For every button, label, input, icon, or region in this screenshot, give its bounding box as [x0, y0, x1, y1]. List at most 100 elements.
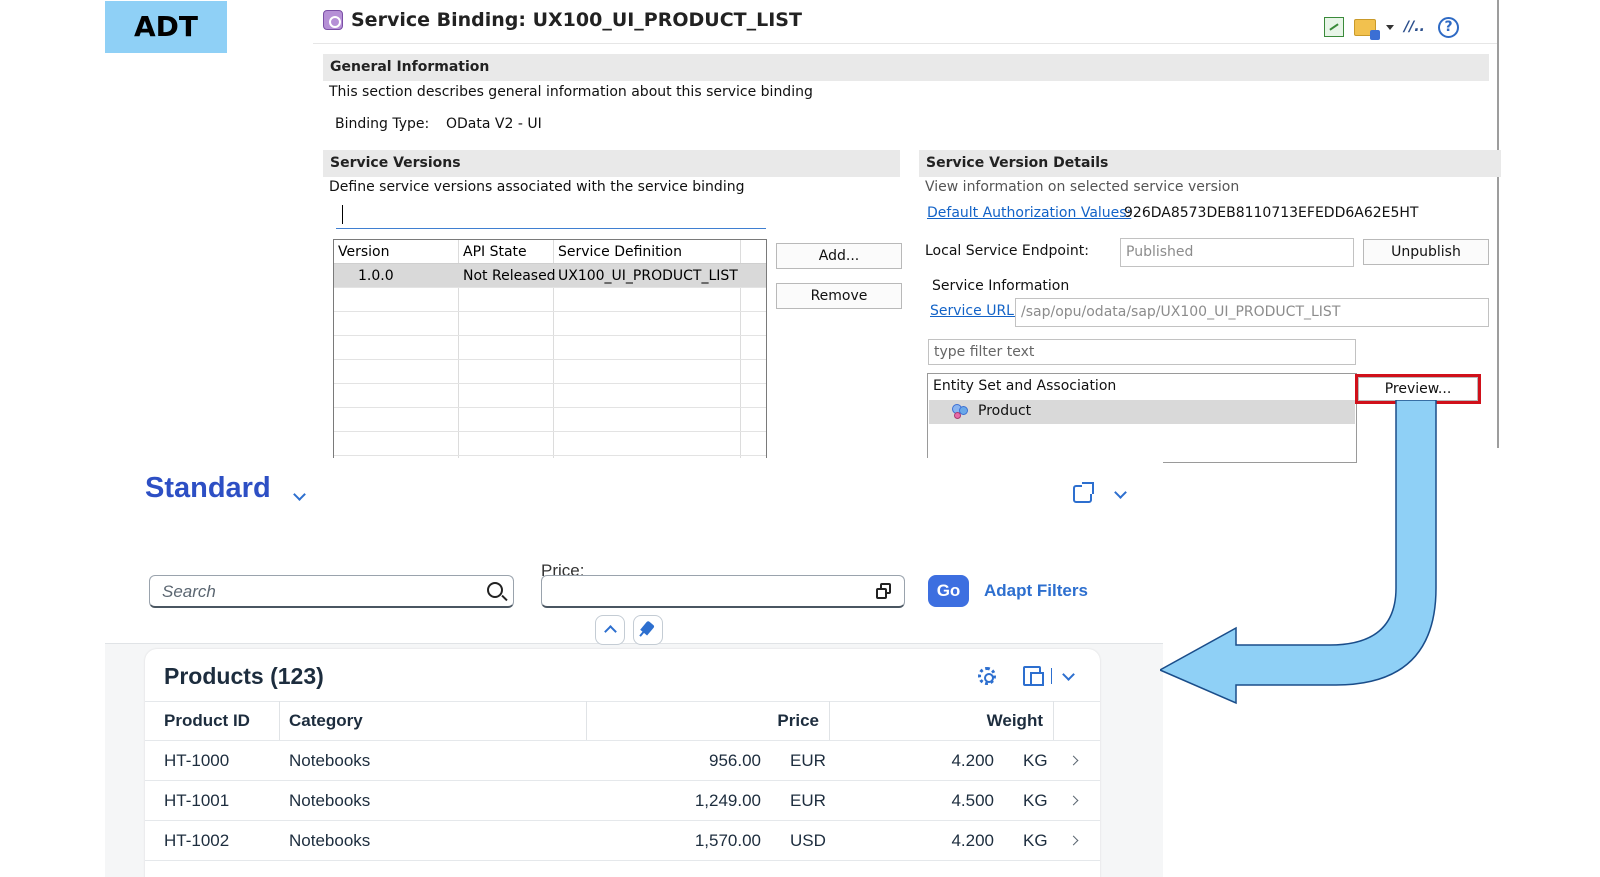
service-versions-table: Version API State Service Definition 1.0…: [333, 239, 767, 459]
variant-title[interactable]: Standard: [145, 472, 271, 505]
collapse-header-button[interactable]: [595, 615, 625, 645]
column-header-product-id[interactable]: Product ID: [164, 701, 250, 740]
price-cell: 1,249.00: [694, 791, 761, 810]
versions-filter-input[interactable]: [336, 200, 766, 229]
search-input[interactable]: Search: [149, 575, 514, 608]
row-navigation-chevron-icon[interactable]: [1068, 755, 1079, 766]
column-divider: [1053, 701, 1054, 740]
entity-filter-input[interactable]: type filter text: [928, 339, 1356, 365]
dropdown-icon[interactable]: [1386, 24, 1394, 30]
table-title: Products (123): [164, 663, 324, 689]
filter-bar-header: Standard Price: Search Go Adapt Filters: [105, 458, 1163, 644]
binding-type-label: Binding Type:: [335, 116, 430, 132]
preview-flow-arrow: [1160, 400, 1437, 705]
local-service-endpoint-field: Published: [1120, 238, 1354, 267]
share-icon[interactable]: [1073, 482, 1094, 503]
slash-icon[interactable]: //..: [1404, 17, 1428, 37]
column-divider: [279, 701, 280, 740]
service-version-details-description: View information on selected service ver…: [925, 179, 1240, 195]
service-information-heading: Service Information: [932, 278, 1070, 294]
column-header-price[interactable]: Price: [705, 701, 819, 740]
product-id-cell: HT-1001: [164, 791, 230, 810]
arrow-shape: [1160, 400, 1437, 705]
folder-icon[interactable]: [1354, 18, 1380, 40]
local-service-endpoint-label: Local Service Endpoint:: [925, 243, 1089, 259]
search-icon[interactable]: [487, 582, 503, 598]
column-header-service-definition[interactable]: Service Definition: [558, 240, 682, 264]
column-header-weight[interactable]: Weight: [935, 701, 1043, 740]
divider: [145, 860, 1100, 861]
table-row-empty: [334, 288, 766, 312]
adt-label-badge: ADT: [105, 1, 227, 53]
share-chevron-down-icon[interactable]: [1114, 486, 1127, 499]
service-versions-heading: Service Versions: [323, 150, 900, 177]
go-button[interactable]: Go: [928, 575, 969, 607]
table-row-empty: [334, 336, 766, 360]
table-row-empty: [334, 408, 766, 432]
entity-set-icon: [950, 402, 970, 422]
product-id-cell: HT-1002: [164, 831, 230, 850]
export-icon[interactable]: [1023, 666, 1044, 686]
currency-cell: EUR: [790, 791, 826, 810]
category-cell: Notebooks: [289, 791, 371, 810]
version-cell: 1.0.0: [358, 268, 394, 284]
binding-type-value: OData V2 - UI: [446, 116, 542, 132]
row-navigation-chevron-icon[interactable]: [1068, 795, 1079, 806]
column-divider: [829, 701, 830, 740]
entity-set-heading: Entity Set and Association: [933, 378, 1117, 394]
text-caret: [342, 205, 343, 224]
export-chevron-down-icon[interactable]: [1062, 668, 1075, 681]
general-information-description: This section describes general informati…: [329, 84, 813, 100]
default-authorization-values-link[interactable]: Default Authorization Values:: [927, 205, 1131, 221]
category-cell: Notebooks: [289, 831, 371, 850]
pin-icon: [640, 620, 655, 636]
category-cell: Notebooks: [289, 751, 371, 770]
export-excel-icon[interactable]: [1324, 17, 1344, 37]
currency-cell: USD: [790, 831, 826, 850]
unit-cell: KG: [1023, 751, 1048, 770]
service-versions-description: Define service versions associated with …: [329, 179, 745, 195]
weight-cell: 4.200: [951, 751, 994, 770]
price-cell: 1,570.00: [694, 831, 761, 850]
help-icon[interactable]: ?: [1438, 16, 1459, 38]
pin-header-button[interactable]: [633, 615, 663, 645]
value-help-icon[interactable]: [876, 583, 892, 599]
table-row-empty: [334, 312, 766, 336]
fiori-list-report-preview: Standard Price: Search Go Adapt Filters …: [105, 458, 1163, 877]
table-header-row: Version API State Service Definition: [334, 240, 766, 264]
service-url-link[interactable]: Service URL:: [930, 303, 1019, 319]
adapt-filters-button[interactable]: Adapt Filters: [984, 581, 1088, 601]
add-version-button[interactable]: Add...: [776, 243, 902, 269]
unit-cell: KG: [1023, 791, 1048, 810]
table-row-empty: [334, 384, 766, 408]
table-row[interactable]: 1.0.0 Not Released UX100_UI_PRODUCT_LIST: [334, 264, 766, 288]
editor-title: Service Binding: UX100_UI_PRODUCT_LIST: [351, 9, 802, 31]
service-binding-icon: [323, 10, 343, 30]
variant-chevron-down-icon[interactable]: [293, 488, 306, 501]
column-header-api-state[interactable]: API State: [463, 240, 527, 264]
weight-cell: 4.500: [951, 791, 994, 810]
api-state-cell: Not Released: [463, 268, 556, 284]
row-navigation-chevron-icon[interactable]: [1068, 835, 1079, 846]
chevron-up-icon: [604, 625, 617, 638]
authorization-value: 926DA8573DEB8110713EFEDD6A62E5HT: [1124, 205, 1419, 221]
general-information-heading: General Information: [323, 54, 1489, 81]
editor-toolbar: //.. ?: [1324, 16, 1459, 40]
column-header-version[interactable]: Version: [338, 240, 389, 264]
column-header-category[interactable]: Category: [289, 701, 363, 740]
price-cell: 956.00: [709, 751, 761, 770]
price-filter-input[interactable]: [541, 575, 905, 608]
unpublish-button[interactable]: Unpublish: [1363, 239, 1489, 265]
entity-item-label: Product: [978, 403, 1032, 419]
editor-title-bar: Service Binding: UX100_UI_PRODUCT_LIST /…: [313, 0, 1497, 44]
table-row-empty: [334, 432, 766, 456]
unit-cell: KG: [1023, 831, 1048, 850]
service-url-field[interactable]: /sap/opu/odata/sap/UX100_UI_PRODUCT_LIST: [1015, 298, 1489, 327]
currency-cell: EUR: [790, 751, 826, 770]
remove-version-button[interactable]: Remove: [776, 283, 902, 309]
column-divider: [586, 701, 587, 740]
settings-gear-icon[interactable]: [978, 667, 996, 685]
table-row-empty: [334, 360, 766, 384]
service-definition-cell: UX100_UI_PRODUCT_LIST: [558, 268, 738, 284]
products-table-card: Products (123) Product ID Category Price…: [145, 649, 1100, 877]
